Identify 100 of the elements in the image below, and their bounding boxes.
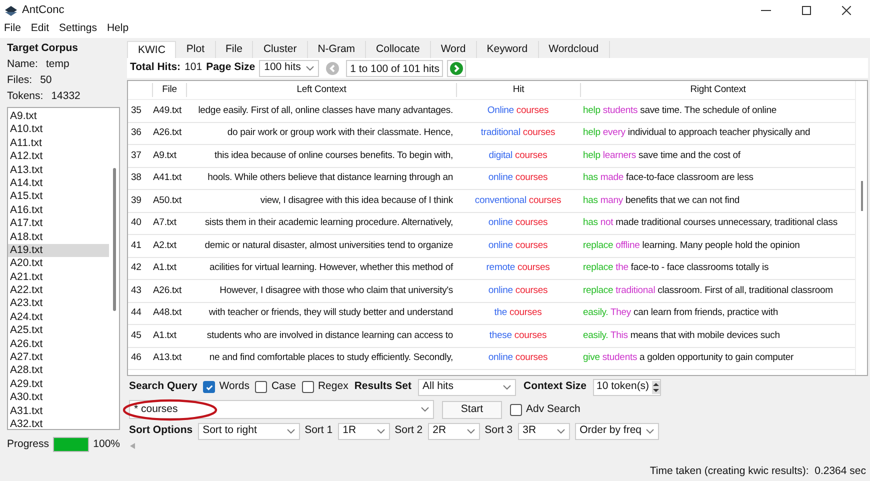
right-context-cell-text: give students a golden opportunity to gain computer <box>582 351 794 366</box>
checkbox-box[interactable] <box>510 404 522 416</box>
tab[interactable]: Wordcloud <box>538 41 610 58</box>
file-item[interactable]: A30.txt <box>8 391 109 405</box>
file-item[interactable]: A17.txt <box>8 217 109 231</box>
sort-mode-select[interactable]: Sort to right <box>198 422 300 440</box>
file-item[interactable]: A20.txt <box>8 257 109 271</box>
tab[interactable]: KWIC <box>127 41 176 58</box>
right-context-cell-text: has not made traditional courses unnecessary, traditional class <box>582 216 838 230</box>
next-button[interactable] <box>447 60 466 76</box>
file-item[interactable]: A32.txt <box>8 418 109 432</box>
menu-item[interactable]: File <box>4 21 21 37</box>
chevron-icon <box>466 428 475 434</box>
menu-item[interactable]: Settings <box>59 21 97 37</box>
checkbox[interactable]: Words <box>203 379 250 395</box>
right-context-cell-text: replace the face-to - face classrooms totally is <box>582 261 770 276</box>
sort-options-label: Sort Options <box>129 423 193 438</box>
left-context-cell-text: students who are involved in distance learning can access to <box>206 328 454 343</box>
hit-cell-text: traditional courses <box>480 126 556 140</box>
tab[interactable]: File <box>216 41 254 58</box>
file-cell-text: A1.txt <box>152 328 178 343</box>
menu-item[interactable]: Edit <box>30 21 50 37</box>
file-item[interactable]: A9.txt <box>8 110 109 124</box>
field-value: 50 <box>40 73 52 88</box>
file-item[interactable]: A21.txt <box>8 270 109 284</box>
file-item[interactable]: A19.txt <box>8 244 109 258</box>
app-logo-icon <box>4 4 18 16</box>
hit-cell-text: online courses <box>487 171 549 186</box>
right-context-cell-text: has many benefits that we can not find <box>582 194 740 208</box>
file-item[interactable]: A29.txt <box>8 378 109 392</box>
right-context-cell-text: easily. This means that with mobile devices such <box>582 328 781 343</box>
hit-cell-text: online courses <box>487 351 549 366</box>
column-header[interactable]: Hit <box>456 82 580 98</box>
checkbox[interactable]: Case <box>255 379 296 395</box>
file-cell-text: A1.txt <box>152 261 178 276</box>
right-context-cell-text: help students save time. The schedule of online <box>582 104 778 118</box>
file-item[interactable]: A16.txt <box>8 204 109 218</box>
chevron-icon <box>376 428 385 434</box>
sort-level-select[interactable]: 3R <box>518 422 570 440</box>
file-item[interactable]: A31.txt <box>8 404 109 418</box>
file-cell-text: A50.txt <box>152 194 183 208</box>
progress-reading: 100% <box>93 437 120 452</box>
order-select[interactable]: Order by freq <box>574 422 659 440</box>
hit-cell-text: online courses <box>487 216 549 230</box>
check-icon <box>204 382 214 392</box>
row-number: 43 <box>130 284 142 298</box>
checkbox-box[interactable] <box>255 381 268 393</box>
file-item[interactable]: A26.txt <box>8 338 109 352</box>
file-item[interactable]: A12.txt <box>8 150 109 164</box>
file-cell-text: A9.txt <box>152 148 178 163</box>
hit-cell-text: online courses <box>487 238 549 253</box>
column-header[interactable]: Right Context <box>580 82 855 98</box>
checkbox-box[interactable] <box>203 381 216 393</box>
checkbox[interactable]: Adv Search <box>510 402 580 418</box>
page-size-label: Page Size <box>206 60 256 76</box>
field-value: temp <box>46 57 70 72</box>
results-set-select[interactable]: All hits <box>418 378 516 396</box>
sort-level-select[interactable]: 2R <box>428 422 480 440</box>
results-set-label: Results Set <box>354 379 412 394</box>
hit-cell-text: conventional courses <box>474 194 562 208</box>
file-item[interactable]: A18.txt <box>8 230 109 244</box>
scrollbar-thumb[interactable] <box>112 168 116 311</box>
file-item[interactable]: A23.txt <box>8 297 109 311</box>
hit-cell-text: remote courses <box>485 261 551 276</box>
file-item[interactable]: A28.txt <box>8 364 109 378</box>
file-item[interactable]: A27.txt <box>8 351 109 364</box>
tab[interactable]: Keyword <box>476 41 539 58</box>
file-item[interactable]: A22.txt <box>8 284 109 298</box>
chevron-icon <box>286 428 295 434</box>
hit-cell-text: the courses <box>493 306 543 320</box>
menu-item[interactable]: Help <box>106 21 129 37</box>
right-context-cell-text: has made face-to-face classroom are less <box>582 171 754 186</box>
file-item[interactable]: A11.txt <box>8 136 109 150</box>
file-cell-text: A41.txt <box>152 171 183 186</box>
row-number: 44 <box>130 306 142 320</box>
field-label: Files: <box>7 73 32 88</box>
column-header[interactable]: File <box>152 82 186 98</box>
file-item[interactable]: A14.txt <box>8 176 109 190</box>
tab[interactable]: N-Gram <box>308 41 366 58</box>
file-item[interactable]: A10.txt <box>8 123 109 137</box>
left-context-cell-text: acilities for virtual learning. However, whether this method of <box>208 261 454 276</box>
start-button[interactable]: Start <box>442 400 502 418</box>
checkbox-box[interactable] <box>302 381 314 393</box>
column-header[interactable]: Left Context <box>186 82 456 98</box>
page-range-field[interactable]: 1 to 100 of 101 hits <box>346 60 444 76</box>
context-size-spinner[interactable]: 10 token(s) <box>592 378 662 396</box>
left-context-cell-text: sists them in their academic learning procedure. Alternatively, <box>204 216 454 230</box>
file-item[interactable]: A24.txt <box>8 310 109 324</box>
row-number: 46 <box>130 351 142 366</box>
file-item[interactable]: A15.txt <box>8 190 109 204</box>
sort-level-label: Sort 3 <box>484 423 513 438</box>
page-size-select[interactable]: 100 hits <box>259 60 320 76</box>
sort-level-select[interactable]: 1R <box>338 422 390 440</box>
right-context-cell-text: replace offline learning. Many people hold the opinion <box>582 238 801 253</box>
total-hits-label: Total Hits: <box>130 60 181 76</box>
file-item[interactable]: A13.txt <box>8 164 109 177</box>
checkbox[interactable]: Regex <box>302 379 348 395</box>
file-item[interactable]: A25.txt <box>8 324 109 338</box>
field-value: 14332 <box>51 89 80 104</box>
scrollbar-thumb[interactable] <box>860 181 862 211</box>
